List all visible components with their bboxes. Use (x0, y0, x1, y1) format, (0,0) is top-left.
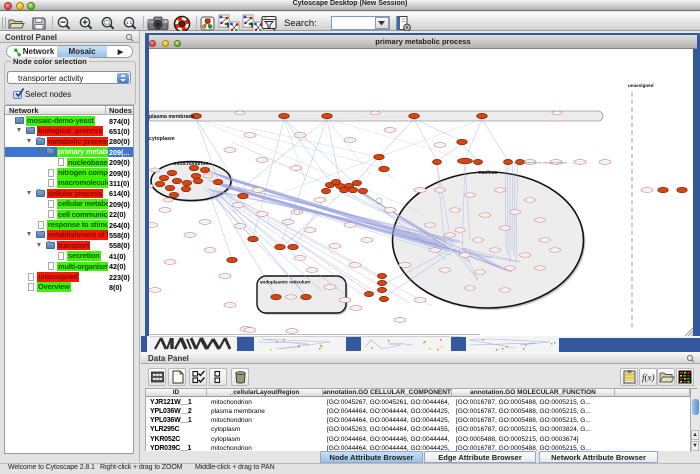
svg-text:nucleus: nucleus (479, 170, 498, 176)
svg-text:endoplasmic reticulum: endoplasmic reticulum (260, 280, 310, 285)
svg-text:f(x): f(x) (642, 373, 655, 383)
svg-text:cytoplasm: cytoplasm (149, 136, 175, 142)
svg-text:1:1: 1:1 (126, 20, 133, 25)
svg-text:mitochondrial electron transpo: mitochondrial electron transport chain(a… (513, 161, 567, 165)
svg-text:mitochondrion: mitochondrion (174, 161, 209, 167)
svg-text:unassigned: unassigned (628, 83, 654, 88)
svg-text:plasma membrane: plasma membrane (149, 114, 195, 120)
